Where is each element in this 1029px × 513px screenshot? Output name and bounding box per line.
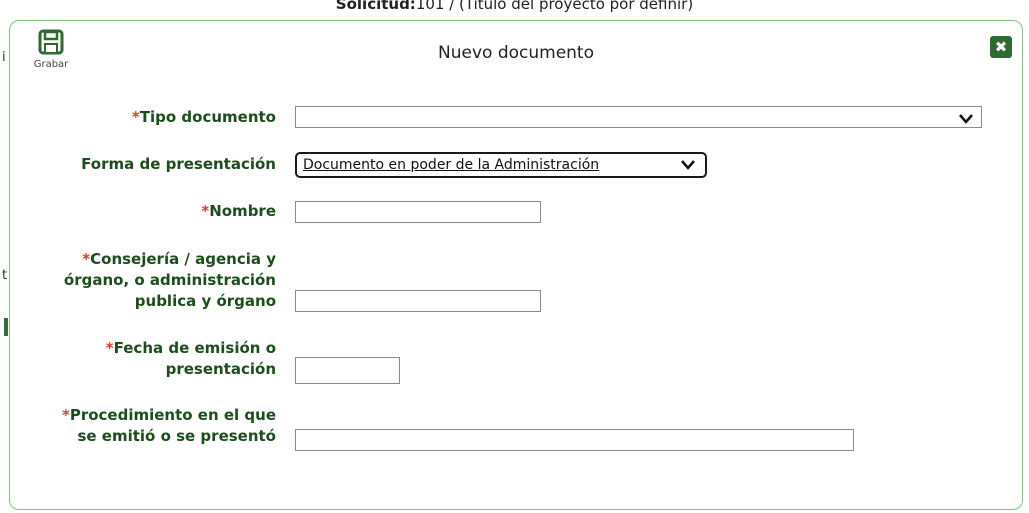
close-button[interactable]: ✖ bbox=[990, 36, 1012, 58]
close-icon: ✖ bbox=[994, 38, 1008, 56]
fecha-label-line2: presentación bbox=[165, 360, 276, 378]
background-fragment-bar bbox=[4, 318, 8, 336]
procedimiento-label-line1: Procedimiento en el que bbox=[69, 406, 276, 424]
forma-presentacion-label: Forma de presentación bbox=[81, 155, 276, 173]
nombre-input[interactable] bbox=[295, 201, 541, 223]
background-header-label: Solicitud: bbox=[335, 0, 416, 13]
required-marker: * bbox=[61, 406, 70, 424]
procedimiento-input[interactable] bbox=[295, 429, 854, 451]
new-document-dialog: Grabar Nuevo documento ✖ *Tipo documento… bbox=[9, 20, 1023, 510]
tipo-documento-label-text: Tipo documento bbox=[139, 108, 276, 126]
fecha-label-line1: Fecha de emisión o bbox=[113, 339, 276, 357]
chevron-down-icon bbox=[959, 110, 973, 129]
nombre-label: *Nombre bbox=[201, 201, 276, 222]
consejeria-input[interactable] bbox=[295, 290, 541, 312]
forma-presentacion-value: Documento en poder de la Administración bbox=[303, 157, 600, 173]
procedimiento-label-line2: se emitió o se presentó bbox=[77, 427, 276, 445]
background-header-value: 101 / (Titulo del proyecto por definir) bbox=[415, 0, 694, 13]
tipo-documento-label: *Tipo documento bbox=[132, 107, 276, 128]
chevron-down-icon bbox=[681, 156, 695, 178]
fecha-label: *Fecha de emisión o presentación bbox=[106, 338, 276, 380]
consejeria-label-line3: publica y órgano bbox=[134, 292, 276, 310]
required-marker: * bbox=[131, 108, 140, 126]
background-fragment: i bbox=[2, 50, 6, 65]
consejeria-label: *Consejería / agencia y órgano, o admini… bbox=[64, 249, 276, 312]
nombre-label-text: Nombre bbox=[209, 202, 276, 220]
forma-presentacion-select[interactable]: Documento en poder de la Administración bbox=[295, 152, 707, 178]
procedimiento-label: *Procedimiento en el que se emitió o se … bbox=[62, 405, 276, 447]
required-marker: * bbox=[82, 250, 91, 268]
consejeria-label-line2: órgano, o administración bbox=[63, 271, 276, 289]
tipo-documento-select[interactable] bbox=[295, 106, 982, 128]
consejeria-label-line1: Consejería / agencia y bbox=[90, 250, 276, 268]
dialog-title: Nuevo documento bbox=[438, 43, 594, 63]
required-marker: * bbox=[105, 339, 114, 357]
background-page-header: Solicitud:101 / (Titulo del proyecto por… bbox=[0, 0, 1029, 16]
fecha-input[interactable] bbox=[295, 357, 400, 384]
background-fragment: t bbox=[2, 268, 8, 283]
